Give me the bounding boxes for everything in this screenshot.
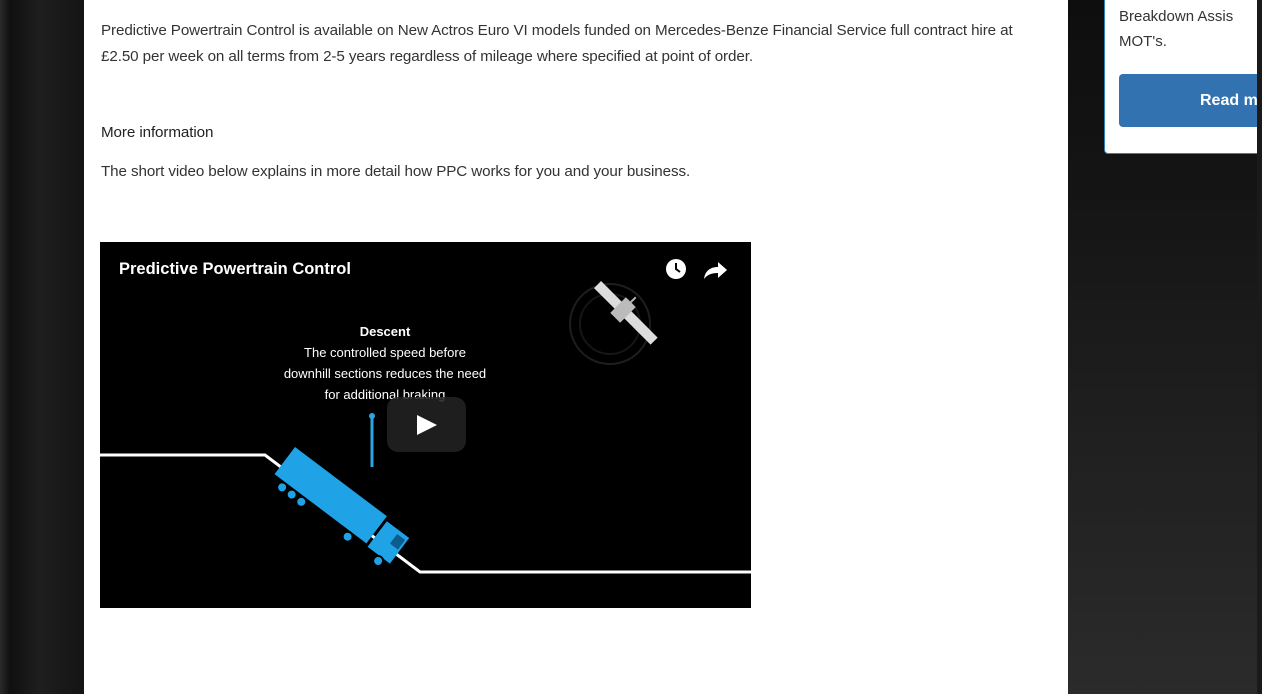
- play-icon: [417, 415, 437, 435]
- downhill-road-line: [100, 453, 751, 574]
- caption-line: downhill sections reduces the need: [283, 366, 487, 381]
- sidebar-text-line: MOT's.: [1119, 33, 1167, 50]
- caption-line: for additional braking: [324, 387, 446, 402]
- video-title[interactable]: Predictive Powertrain Control: [119, 260, 351, 279]
- read-more-button[interactable]: Read m: [1119, 74, 1262, 127]
- caption-line: The controlled speed before: [304, 345, 466, 360]
- share-arrow-icon[interactable]: [704, 260, 728, 280]
- clock-icon[interactable]: [665, 258, 687, 280]
- play-button[interactable]: [387, 397, 466, 452]
- left-page-gutter: [0, 0, 84, 694]
- caption-title: Descent: [359, 324, 411, 339]
- embedded-video-player[interactable]: Predictive Powertrain Control Descent Th…: [100, 242, 751, 608]
- sidebar-promo-text: Breakdown Assis MOT's.: [1119, 4, 1259, 54]
- more-information-heading: More information: [101, 124, 214, 141]
- article-paragraph-video-intro: The short video below explains in more d…: [101, 163, 691, 180]
- video-caption: Descent The controlled speed before down…: [240, 321, 530, 405]
- sidebar-text-line: Breakdown Assis: [1119, 8, 1234, 25]
- truck-icon: [274, 447, 410, 567]
- signal-pole-tip: [369, 413, 375, 419]
- article-paragraph-ppc-offer: Predictive Powertrain Control is availab…: [101, 22, 1013, 65]
- satellite-icon: [594, 281, 658, 345]
- right-edge-gutter: [1257, 0, 1262, 694]
